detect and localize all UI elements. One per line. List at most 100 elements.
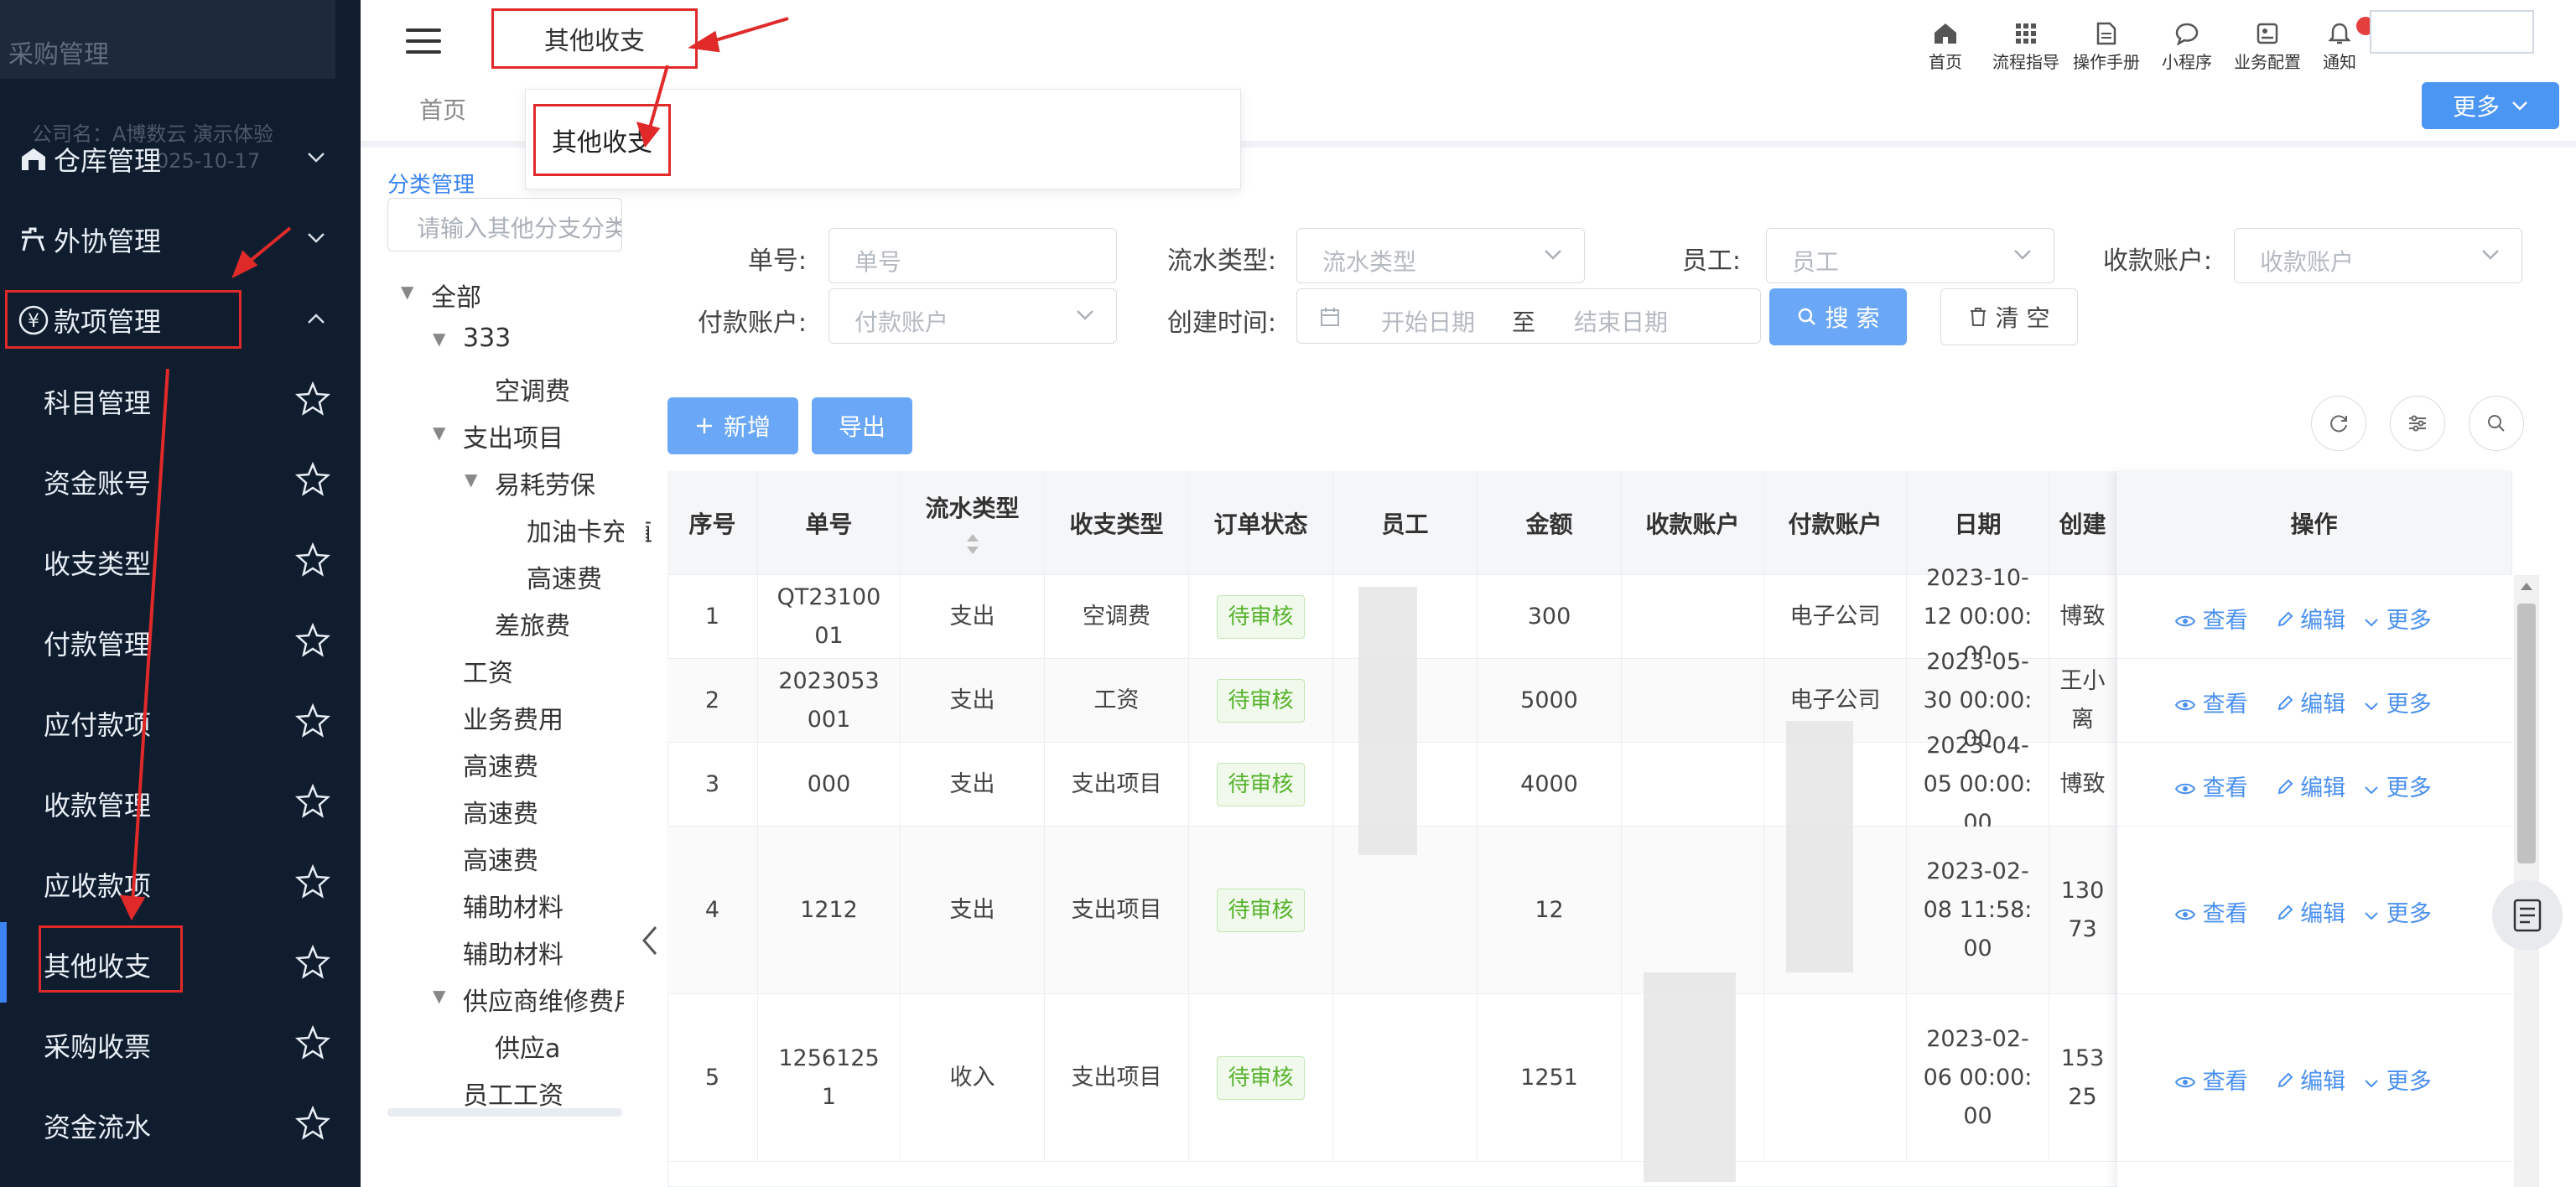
export-button[interactable]: 导出 bbox=[812, 397, 912, 454]
cell-value: 2023-02-06 00:00:00 bbox=[1923, 1025, 2033, 1129]
cell-value: 收入 bbox=[949, 1064, 995, 1091]
view-action[interactable]: 查看 bbox=[2174, 775, 2253, 801]
search-button[interactable]: 搜 索 bbox=[1769, 288, 1907, 345]
view-action[interactable]: 查看 bbox=[2174, 608, 2253, 634]
receive-account-select[interactable]: 收款账户 bbox=[2234, 228, 2522, 283]
more-action[interactable]: 更多 bbox=[2364, 692, 2437, 718]
tree-node-label: 工资 bbox=[463, 659, 513, 688]
tree-node[interactable]: 空调费 bbox=[495, 371, 570, 407]
category-title: 分类管理 bbox=[387, 173, 475, 198]
tree-node[interactable]: 辅助材料 bbox=[463, 934, 564, 971]
chevron-down-icon bbox=[2365, 619, 2378, 627]
tree-node-label: 高速费 bbox=[463, 753, 538, 782]
refresh-button[interactable] bbox=[2311, 396, 2366, 451]
add-button[interactable]: 新增 bbox=[667, 397, 798, 454]
table-cell: 12 bbox=[1478, 827, 1622, 993]
tree-node-label: 高速费 bbox=[463, 847, 538, 876]
tree-node[interactable]: 高速费 bbox=[463, 840, 538, 877]
row-actions: 查看 编辑 更多 bbox=[2174, 770, 2442, 802]
column-header-label: 收支类型 bbox=[1069, 510, 1164, 538]
receive-account-label: 收款账户: bbox=[2102, 246, 2212, 276]
tree-node[interactable]: 辅助材料 bbox=[463, 887, 564, 924]
created-date-range[interactable]: 开始日期 至 结束日期 bbox=[1296, 288, 1761, 344]
row-actions: 查看 编辑 更多 bbox=[2174, 1063, 2442, 1096]
table-cell bbox=[1333, 994, 1478, 1161]
trash-icon bbox=[1970, 308, 1986, 326]
row-actions: 查看 编辑 更多 bbox=[2174, 895, 2442, 928]
clear-button[interactable]: 清 空 bbox=[1940, 288, 2078, 345]
row-actions: 查看 编辑 更多 bbox=[2174, 602, 2442, 635]
tree-node[interactable]: 员工工资 bbox=[463, 1075, 564, 1112]
tree-node[interactable]: 供应a bbox=[495, 1028, 560, 1065]
tree-expand-icon[interactable]: ▼ bbox=[433, 986, 445, 1006]
sort-icon[interactable] bbox=[965, 532, 980, 556]
category-search-input[interactable]: 请输入其他分支分类 bbox=[387, 198, 622, 251]
tree-node[interactable]: 工资 bbox=[463, 652, 513, 689]
status-badge: 待审核 bbox=[1217, 1055, 1305, 1100]
tree-horizontal-scrollbar[interactable] bbox=[387, 1108, 622, 1117]
row-divider bbox=[2116, 658, 2512, 659]
table-cell: 2023-02-06 00:00:00 bbox=[1907, 994, 2049, 1161]
cell-value: QT2310001 bbox=[776, 583, 881, 649]
column-header-label: 员工 bbox=[1381, 510, 1429, 538]
table-cell: 待审核 bbox=[1189, 575, 1333, 658]
order-no-input[interactable]: 单号 bbox=[828, 228, 1117, 283]
tree-expand-icon[interactable]: ▼ bbox=[465, 469, 477, 490]
tree-node[interactable]: ▼ 易耗劳保 bbox=[465, 464, 595, 501]
start-date-input[interactable]: 开始日期 bbox=[1381, 304, 1475, 338]
cell-value: 支出项目 bbox=[1071, 770, 1162, 797]
view-action[interactable]: 查看 bbox=[2174, 692, 2253, 718]
tree-node[interactable]: ▼ 支出项目 bbox=[433, 417, 564, 454]
edit-action[interactable]: 编辑 bbox=[2277, 901, 2351, 927]
floating-doc-button[interactable] bbox=[2492, 880, 2563, 951]
tree-expand-icon[interactable]: ▼ bbox=[433, 329, 445, 349]
more-action[interactable]: 更多 bbox=[2364, 775, 2437, 801]
tree-node-label: 员工工资 bbox=[463, 1081, 564, 1111]
table-cell: 15325 bbox=[2049, 994, 2116, 1161]
tree-expand-icon[interactable]: ▼ bbox=[433, 422, 445, 443]
view-action[interactable]: 查看 bbox=[2174, 1069, 2253, 1095]
pay-account-select[interactable]: 付款账户 bbox=[828, 288, 1117, 344]
more-action[interactable]: 更多 bbox=[2364, 901, 2437, 927]
table-cell: 待审核 bbox=[1189, 994, 1333, 1161]
cell-value: 1212 bbox=[800, 896, 858, 923]
tree-node[interactable]: 高速费 bbox=[527, 558, 602, 595]
row-actions: 查看 编辑 更多 bbox=[2174, 686, 2442, 718]
end-date-input[interactable]: 结束日期 bbox=[1574, 304, 1668, 338]
cell-value: 博致 bbox=[2059, 603, 2106, 630]
more-action[interactable]: 更多 bbox=[2364, 1069, 2437, 1095]
table-scroll-thumb[interactable] bbox=[2517, 604, 2536, 863]
edit-action[interactable]: 编辑 bbox=[2277, 692, 2351, 718]
tree-node[interactable]: ▼ 333 bbox=[433, 324, 511, 353]
column-header-operation: 操作 bbox=[2116, 471, 2512, 575]
chevron-down-icon bbox=[1077, 310, 1093, 320]
cell-value: 300 bbox=[1527, 603, 1571, 630]
collapse-panel-icon[interactable] bbox=[641, 925, 659, 964]
column-settings-button[interactable] bbox=[2390, 396, 2445, 451]
tree-node[interactable]: 业务费用 bbox=[463, 699, 564, 736]
view-action[interactable]: 查看 bbox=[2174, 901, 2253, 927]
tree-node[interactable]: 高速费 bbox=[463, 793, 538, 830]
tree-node[interactable]: 差旅费 bbox=[495, 605, 570, 642]
cell-value: 4000 bbox=[1520, 770, 1578, 797]
table-cell: 电子公司 bbox=[1764, 575, 1907, 658]
tree-node[interactable]: 高速费 bbox=[463, 746, 538, 783]
column-header[interactable]: 流水类型 bbox=[901, 471, 1045, 575]
scroll-up-icon[interactable] bbox=[2519, 580, 2534, 592]
employee-select[interactable]: 员工 bbox=[1766, 228, 2054, 283]
tree-node[interactable]: ▼ 全部 bbox=[401, 277, 481, 314]
pay-account-label: 付款账户: bbox=[697, 308, 807, 338]
edit-action[interactable]: 编辑 bbox=[2277, 775, 2351, 801]
edit-action[interactable]: 编辑 bbox=[2277, 1069, 2351, 1095]
status-badge: 待审核 bbox=[1217, 594, 1305, 639]
tree-node-label: 供应a bbox=[495, 1034, 561, 1064]
flow-type-select[interactable]: 流水类型 bbox=[1296, 228, 1585, 283]
more-action[interactable]: 更多 bbox=[2364, 608, 2437, 634]
tree-expand-icon[interactable]: ▼ bbox=[401, 282, 413, 302]
edit-action[interactable]: 编辑 bbox=[2277, 608, 2351, 634]
table-cell: 4 bbox=[667, 827, 758, 993]
tree-node[interactable]: ▼ 供应商维修费用 bbox=[433, 981, 639, 1018]
column-header: 收款账户 bbox=[1622, 471, 1764, 575]
table-search-button[interactable] bbox=[2469, 396, 2524, 451]
tree-node-label: 支出项目 bbox=[463, 424, 564, 454]
